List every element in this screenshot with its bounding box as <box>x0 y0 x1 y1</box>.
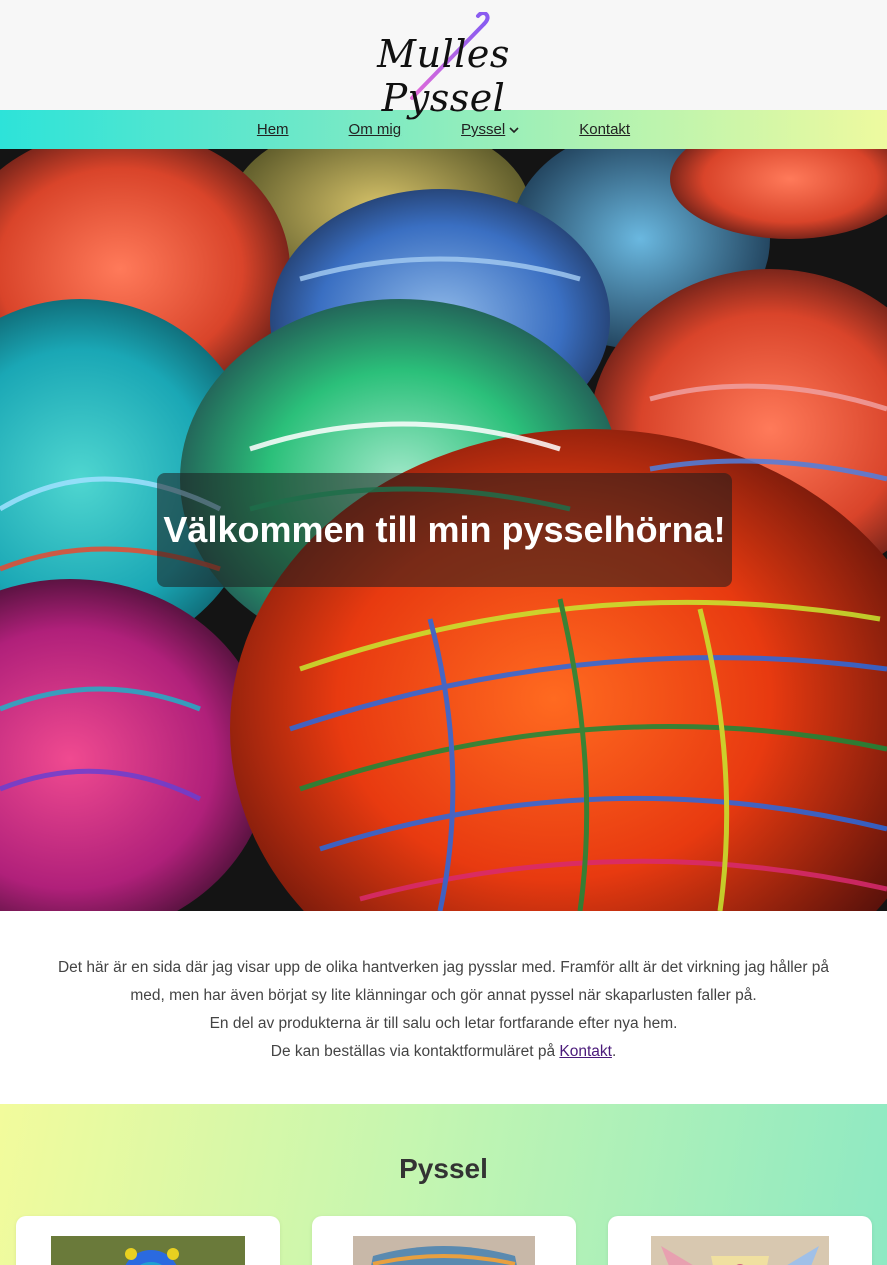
intro-paragraph-1: Det här är en sida där jag visar upp de … <box>57 959 830 1004</box>
nav-label: Kontakt <box>579 121 631 138</box>
nav-link-hem[interactable]: Hem <box>257 121 289 138</box>
contact-link[interactable]: Kontakt <box>559 1043 612 1060</box>
nav-link-om-mig[interactable]: Om mig <box>349 121 402 138</box>
card-image <box>51 1236 245 1265</box>
intro-paragraph-2: En del av produkterna är till salu och l… <box>209 1015 678 1032</box>
nav-link-pyssel[interactable]: Pyssel <box>461 121 519 138</box>
section-title: Pyssel <box>399 1153 488 1184</box>
nav-label: Pyssel <box>461 121 506 138</box>
nav-link-kontakt[interactable]: Kontakt <box>579 121 630 138</box>
hero-title: Välkommen till min pysselhörna! <box>163 509 726 550</box>
chevron-down-icon <box>509 126 519 133</box>
nav-label: Hem <box>256 121 289 138</box>
card-image <box>651 1236 829 1265</box>
hero-banner: Välkommen till min pysselhörna! <box>0 149 887 911</box>
pyssel-card[interactable] <box>312 1216 576 1265</box>
nav-label: Om mig <box>348 121 402 138</box>
logo-text: Mulles Pyssel <box>377 32 510 120</box>
site-logo[interactable]: Mulles Pyssel <box>324 10 564 120</box>
pyssel-card[interactable] <box>608 1216 872 1265</box>
site-header: Mulles Pyssel <box>0 0 887 120</box>
hero-caption-box: Välkommen till min pysselhörna! <box>157 473 732 587</box>
pyssel-card[interactable] <box>16 1216 280 1265</box>
pyssel-section: Pyssel <box>0 1104 887 1265</box>
card-image <box>353 1236 535 1265</box>
intro-text: De kan beställas via kontaktformuläret p… <box>270 1043 560 1060</box>
intro-text-end: . <box>611 1043 617 1060</box>
intro-section: Det här är en sida där jag visar upp de … <box>0 911 887 1104</box>
intro-paragraph-3: De kan beställas via kontaktformuläret p… <box>40 1038 847 1066</box>
